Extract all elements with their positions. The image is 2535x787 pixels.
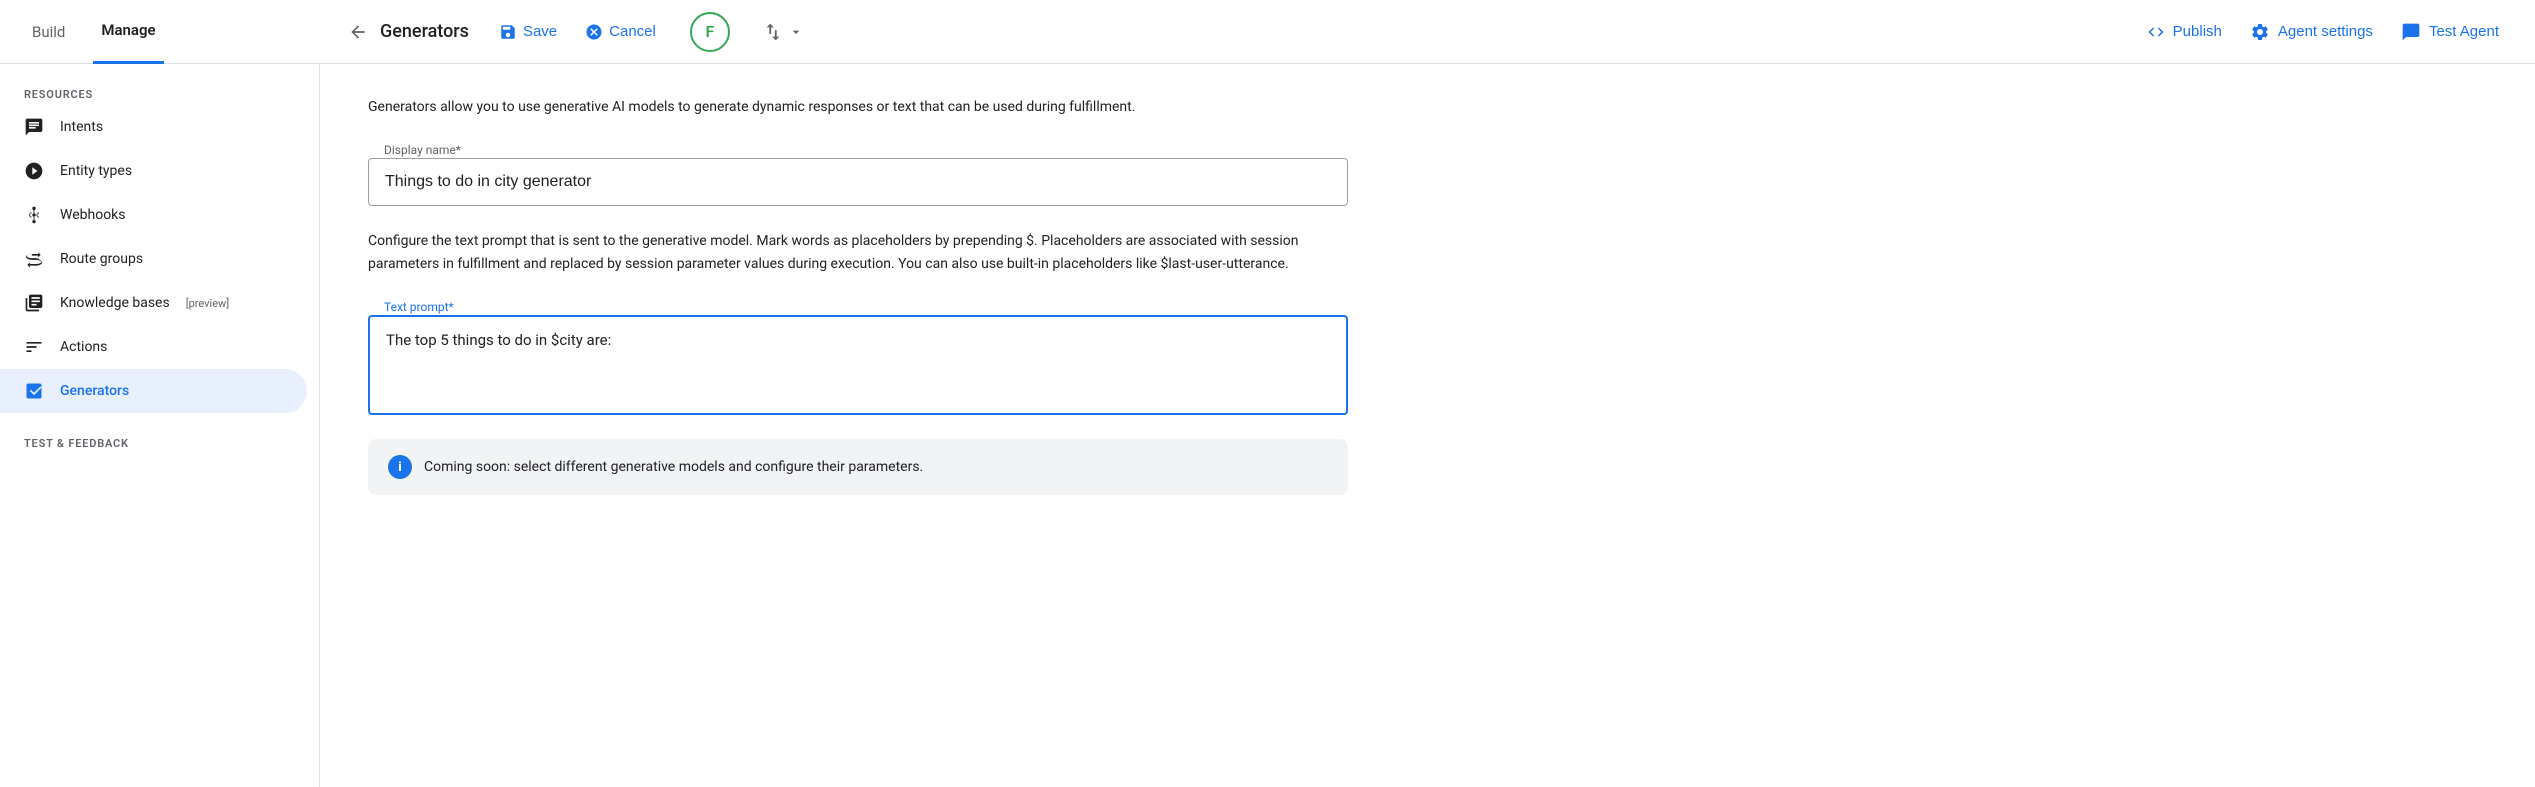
entity-types-label: Entity types (60, 163, 132, 179)
cancel-button[interactable]: Cancel (575, 17, 666, 47)
topbar-actions: Publish Agent settings Test Agent (2135, 16, 2511, 48)
topbar: Build Manage Generators Save Cancel F Pu… (0, 0, 2535, 64)
resources-section-label: RESOURCES (0, 80, 319, 105)
sidebar-item-knowledge-bases[interactable]: Knowledge bases [preview] (0, 281, 307, 325)
main-layout: RESOURCES Intents Entity types Webhooks (0, 64, 2535, 787)
knowledge-bases-icon (24, 293, 44, 313)
tab-build[interactable]: Build (24, 0, 73, 64)
sort-button[interactable] (754, 17, 812, 47)
page-title: Generators (380, 21, 469, 42)
generators-description: Generators allow you to use generative A… (368, 96, 1368, 118)
tab-bar: Build Manage (24, 0, 344, 64)
sidebar-item-webhooks[interactable]: Webhooks (0, 193, 307, 237)
agent-settings-label: Agent settings (2278, 23, 2373, 40)
sidebar-item-entity-types[interactable]: Entity types (0, 149, 307, 193)
knowledge-bases-label: Knowledge bases (60, 295, 170, 311)
publish-button[interactable]: Publish (2135, 17, 2234, 47)
cancel-label: Cancel (609, 23, 656, 40)
display-name-input-wrapper[interactable] (368, 158, 1348, 206)
display-name-field-group: Display name* (368, 142, 1348, 206)
actions-label: Actions (60, 339, 107, 355)
route-groups-icon (24, 249, 44, 269)
text-prompt-input-wrapper[interactable]: The top 5 things to do in $city are: (368, 315, 1348, 415)
webhooks-icon (24, 205, 44, 225)
back-button[interactable] (344, 18, 372, 46)
test-agent-label: Test Agent (2429, 23, 2499, 40)
generators-label: Generators (60, 383, 129, 399)
intents-icon (24, 117, 44, 137)
text-prompt-field-group: Text prompt* The top 5 things to do in $… (368, 299, 1348, 415)
info-icon: i (388, 455, 412, 479)
actions-icon (24, 337, 44, 357)
prompt-description: Configure the text prompt that is sent t… (368, 230, 1368, 275)
route-groups-label: Route groups (60, 251, 143, 267)
save-label: Save (523, 23, 557, 40)
save-button[interactable]: Save (489, 17, 567, 47)
sidebar-item-route-groups[interactable]: Route groups (0, 237, 307, 281)
generators-icon (24, 381, 44, 401)
sidebar: RESOURCES Intents Entity types Webhooks (0, 64, 320, 787)
content-area: Generators allow you to use generative A… (320, 64, 2535, 787)
test-agent-button[interactable]: Test Agent (2389, 16, 2511, 48)
sidebar-item-intents[interactable]: Intents (0, 105, 307, 149)
sidebar-item-actions[interactable]: Actions (0, 325, 307, 369)
topbar-main: Generators Save Cancel F (344, 12, 2135, 52)
test-feedback-section-label: TEST & FEEDBACK (0, 429, 319, 454)
info-banner: i Coming soon: select different generati… (368, 439, 1348, 495)
avatar[interactable]: F (690, 12, 730, 52)
webhooks-label: Webhooks (60, 207, 126, 223)
text-prompt-label: Text prompt* (380, 300, 458, 314)
tab-manage[interactable]: Manage (93, 0, 163, 64)
agent-settings-button[interactable]: Agent settings (2238, 16, 2385, 48)
info-banner-text: Coming soon: select different generative… (424, 459, 923, 475)
text-prompt-input[interactable]: The top 5 things to do in $city are: (386, 331, 1330, 391)
publish-label: Publish (2173, 23, 2222, 40)
intents-label: Intents (60, 119, 103, 135)
knowledge-bases-badge: [preview] (186, 297, 230, 310)
entity-types-icon (24, 161, 44, 181)
sidebar-item-generators[interactable]: Generators (0, 369, 307, 413)
display-name-input[interactable] (385, 173, 1331, 191)
display-name-label: Display name* (380, 143, 465, 157)
